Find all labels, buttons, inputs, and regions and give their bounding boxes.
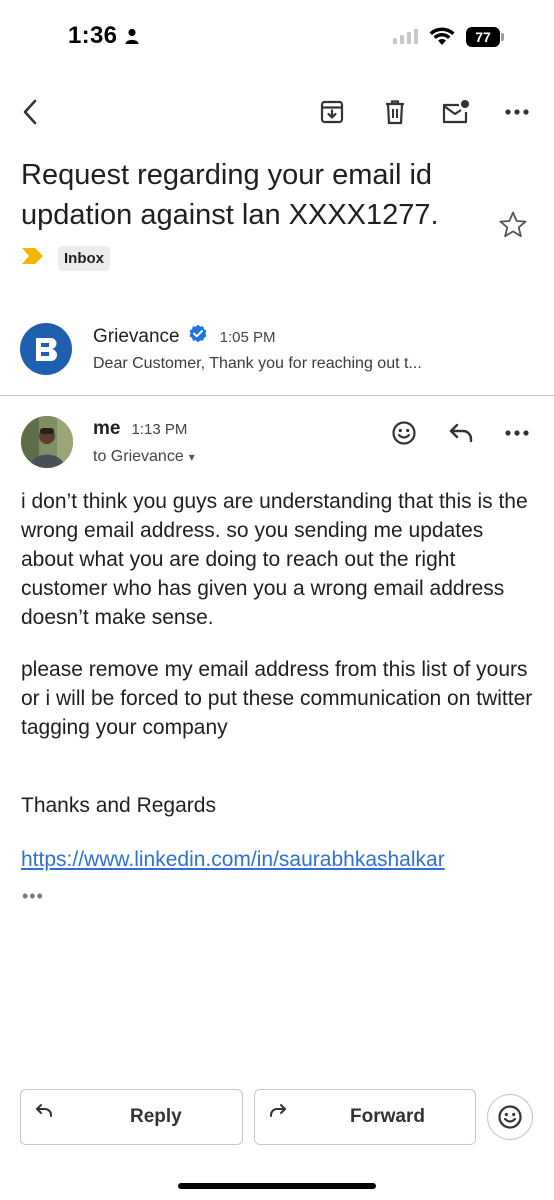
recipients-dropdown[interactable]: to Grievance ▾ <box>93 448 195 466</box>
status-bar: 1:36 77 <box>0 0 554 74</box>
label-row: Inbox <box>22 246 110 271</box>
reply-label: Reply <box>130 1106 182 1127</box>
forward-button[interactable]: Forward <box>254 1089 476 1145</box>
reply-arrow-icon[interactable] <box>446 418 476 448</box>
battery-indicator: 77 <box>466 27 500 47</box>
message-body-paragraph: please remove my email address from this… <box>21 658 533 739</box>
message-snippet: Dear Customer, Thank you for reaching ou… <box>93 355 422 372</box>
forward-icon <box>268 1102 288 1125</box>
reply-icon <box>34 1102 54 1125</box>
important-marker-icon <box>22 248 44 269</box>
wifi-icon <box>429 26 455 51</box>
home-indicator[interactable] <box>178 1183 376 1189</box>
top-toolbar <box>0 88 554 136</box>
expanded-message-header: me 1:13 PM to Grievance ▾ <box>0 410 554 480</box>
linkedin-link[interactable]: https://www.linkedin.com/in/saurabhkasha… <box>21 848 445 872</box>
user-avatar[interactable] <box>21 416 73 468</box>
emoji-reaction-button[interactable] <box>487 1094 533 1140</box>
message-more-options-icon[interactable] <box>502 418 532 448</box>
forward-label: Forward <box>350 1106 425 1127</box>
sender-name: Grievance <box>93 326 180 347</box>
chevron-down-icon: ▾ <box>188 450 195 464</box>
mark-unread-mail-icon[interactable] <box>440 96 472 128</box>
collapsed-message[interactable]: Grievance 1:05 PM Dear Customer, Thank y… <box>0 308 554 396</box>
archive-icon[interactable] <box>316 96 348 128</box>
email-subject: Request regarding your email id updation… <box>21 159 439 231</box>
battery-tip <box>501 33 504 41</box>
reply-button[interactable]: Reply <box>20 1089 243 1145</box>
more-options-icon[interactable] <box>501 96 533 128</box>
back-arrow-icon[interactable] <box>14 96 46 128</box>
recipients-label: to Grievance <box>93 448 184 465</box>
message-signoff: Thanks and Regards <box>21 794 216 817</box>
status-time: 1:36 <box>68 22 118 49</box>
delete-trash-icon[interactable] <box>379 96 411 128</box>
cellular-signal-icon <box>393 29 418 44</box>
message-body-paragraph: i don’t think you guys are understanding… <box>21 490 528 629</box>
person-icon <box>124 28 140 49</box>
sender-logo-avatar <box>20 323 72 375</box>
verified-badge-icon <box>188 324 208 350</box>
inbox-label[interactable]: Inbox <box>58 246 110 271</box>
add-reaction-emoji-icon[interactable] <box>389 418 419 448</box>
message-time: 1:05 PM <box>219 328 276 346</box>
show-trimmed-content-button[interactable]: ••• <box>22 886 44 907</box>
message-time: 1:13 PM <box>131 421 188 438</box>
message-sender-row: Grievance 1:05 PM <box>93 324 275 350</box>
sender-name: me <box>93 418 121 439</box>
star-icon[interactable] <box>498 210 528 245</box>
message-sender-row: me 1:13 PM <box>93 418 187 440</box>
